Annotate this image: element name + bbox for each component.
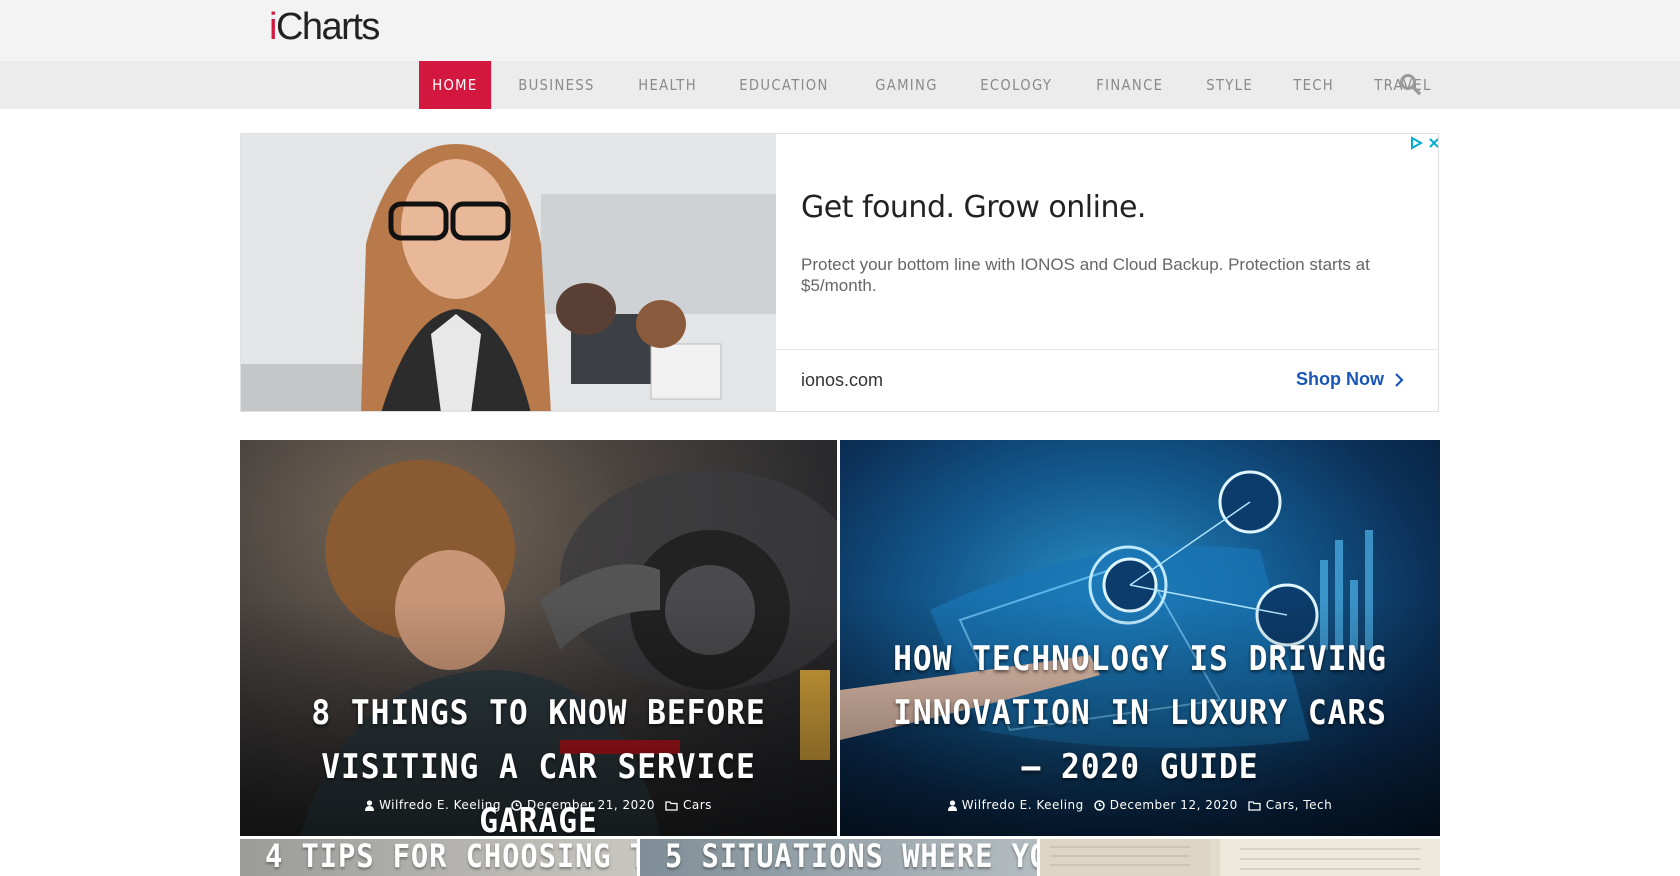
chevron-right-icon	[1395, 372, 1404, 387]
featured-post[interactable]: 8 THINGS TO KNOW BEFORE VISITING A CAR S…	[240, 440, 837, 836]
ad-banner[interactable]: Get found. Grow online. Protect your bot…	[240, 133, 1439, 412]
categories-text: Cars, Tech	[1265, 798, 1333, 812]
top-bar: iCharts	[0, 0, 1680, 61]
post-date: December 21, 2020	[511, 798, 655, 812]
user-icon	[365, 799, 375, 811]
ad-domain[interactable]: ionos.com	[801, 370, 883, 391]
close-icon[interactable]	[1427, 136, 1439, 150]
nav-item-education[interactable]: EDUCATION	[726, 61, 842, 109]
card-image	[1040, 839, 1440, 876]
clock-icon	[511, 799, 522, 811]
main-nav-bar: HOME BUSINESS HEALTH EDUCATION GAMING EC…	[0, 61, 1680, 109]
author-name: Wilfredo E. Keeling	[379, 798, 502, 812]
nav-item-ecology[interactable]: ECOLOGY	[967, 61, 1066, 109]
post-card[interactable]	[1040, 839, 1440, 876]
post-card[interactable]: 4 TIPS FOR CHOOSING THE	[240, 839, 637, 876]
ad-choices[interactable]	[1409, 136, 1439, 150]
post-author[interactable]: Wilfredo E. Keeling	[947, 798, 1084, 812]
post-card[interactable]: 5 SITUATIONS WHERE YOU	[640, 839, 1037, 876]
nav-item-finance[interactable]: FINANCE	[1083, 61, 1176, 109]
post-author[interactable]: Wilfredo E. Keeling	[365, 798, 501, 812]
post-categories[interactable]: Cars	[665, 798, 712, 812]
post-date: December 12, 2020	[1094, 798, 1238, 812]
adchoices-icon[interactable]	[1409, 136, 1423, 150]
card-title[interactable]: 4 TIPS FOR CHOOSING THE	[265, 839, 637, 875]
site-logo[interactable]: iCharts	[269, 4, 380, 50]
date-text: December 21, 2020	[527, 798, 656, 812]
logo-prefix: i	[269, 6, 277, 48]
shop-now-label: Shop Now	[1296, 369, 1384, 389]
featured-post[interactable]: HOW TECHNOLOGY IS DRIVING INNOVATION IN …	[840, 440, 1440, 836]
post-categories[interactable]: Cars, Tech	[1248, 798, 1332, 812]
card-title[interactable]: 5 SITUATIONS WHERE YOU	[665, 839, 1037, 875]
search-icon[interactable]	[1399, 73, 1423, 97]
ad-body: Protect your bottom line with IONOS and …	[801, 255, 1370, 295]
logo-text: Charts	[275, 6, 380, 48]
author-name: Wilfredo E. Keeling	[961, 798, 1084, 812]
ad-headline[interactable]: Get found. Grow online.	[801, 190, 1146, 225]
nav-item-business[interactable]: BUSINESS	[505, 61, 608, 109]
ad-divider	[776, 349, 1438, 350]
nav-item-tech[interactable]: TECH	[1280, 61, 1347, 109]
nav-item-gaming[interactable]: GAMING	[862, 61, 951, 109]
user-icon	[947, 799, 957, 811]
post-meta: Wilfredo E. Keeling December 12, 2020 Ca…	[840, 798, 1440, 812]
nav-item-home[interactable]: HOME	[419, 61, 491, 109]
categories-text: Cars	[683, 798, 712, 812]
post-title[interactable]: HOW TECHNOLOGY IS DRIVING INNOVATION IN …	[882, 632, 1397, 794]
folder-icon	[1248, 800, 1261, 811]
clock-icon	[1094, 799, 1105, 811]
date-text: December 12, 2020	[1109, 798, 1238, 812]
main-nav: HOME BUSINESS HEALTH EDUCATION GAMING EC…	[419, 61, 1460, 109]
nav-item-style[interactable]: STYLE	[1193, 61, 1266, 109]
shop-now-button[interactable]: Shop Now	[1296, 369, 1404, 390]
post-title[interactable]: 8 THINGS TO KNOW BEFORE VISITING A CAR S…	[282, 686, 794, 836]
post-meta: Wilfredo E. Keeling December 21, 2020 Ca…	[240, 798, 837, 812]
folder-icon	[665, 800, 678, 811]
nav-item-health[interactable]: HEALTH	[625, 61, 710, 109]
ad-image	[241, 134, 776, 411]
